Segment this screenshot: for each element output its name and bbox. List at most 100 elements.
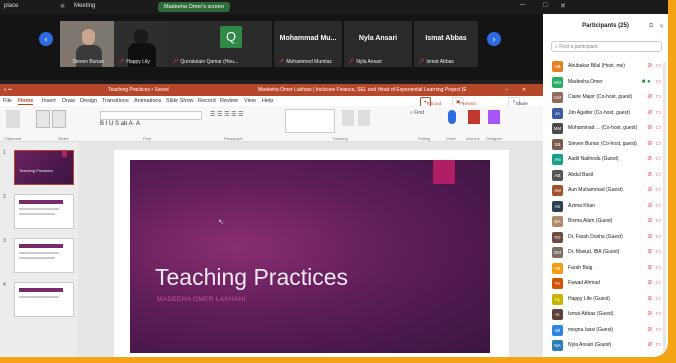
minimize-icon[interactable]: ─ xyxy=(520,2,525,9)
slide-number: 1 xyxy=(3,150,6,156)
dictate-icon[interactable] xyxy=(448,110,456,124)
minimize-icon[interactable]: ─ xyxy=(505,87,509,93)
close-icon[interactable]: ✕ xyxy=(522,87,526,93)
slide-thumbnail[interactable] xyxy=(14,282,74,317)
tab-insert[interactable]: Insert xyxy=(42,98,56,104)
video-off-icon: ▭ xyxy=(655,264,661,271)
participant-row[interactable]: HL Happy Life (Guest) ⊘ ▭ xyxy=(543,292,668,307)
video-off-icon: ▭ xyxy=(655,233,661,240)
video-tile[interactable]: 🎤︎ Steven Burian xyxy=(60,21,114,67)
video-tile[interactable]: Ismat Abbas 🎤︎ Ismat Abbas xyxy=(414,21,478,67)
participant-row[interactable]: SB Steven Burian (Co-host, guest) ⊘ ▭ xyxy=(543,137,668,152)
video-tile[interactable]: Nyla Ansari 🎤︎ Nyla Ansari xyxy=(344,21,412,67)
participant-status: ⊘ ▭ xyxy=(647,140,661,147)
slide-thumbnail[interactable]: Teaching Practices xyxy=(14,150,74,185)
tab-design[interactable]: Design xyxy=(80,98,97,104)
thumb-title: Teaching Practices xyxy=(19,168,53,173)
new-slide-icon[interactable] xyxy=(36,110,50,128)
video-tile[interactable]: Q 🎤︎ Qurratulain Qamar (Hou... xyxy=(168,21,272,67)
slide-title[interactable]: Teaching Practices xyxy=(155,264,348,291)
video-off-icon: ▭ xyxy=(655,295,661,302)
font-name-select[interactable] xyxy=(100,111,202,120)
video-tile[interactable]: Mohammad Mu... 🎤︎ Mohammed Mumtaz xyxy=(274,21,342,67)
mic-muted-icon: ⊘ xyxy=(647,233,653,240)
participant-row[interactable]: FB Farah Baig ⊘ ▭ xyxy=(543,261,668,276)
thumb-bar xyxy=(19,244,63,248)
mic-muted-icon: ⊘ xyxy=(647,311,653,317)
participant-row[interactable]: MM Mohammad ... (Co-host, guest) ⊘ ▭ xyxy=(543,121,668,136)
autosave-toggle[interactable]: ◐ ━ xyxy=(4,87,11,93)
participant-status: ⊘ ▭ xyxy=(647,62,661,69)
tab-record[interactable]: Record xyxy=(198,98,216,104)
participant-row[interactable]: MI megna Iassi (Guest) ⊘ ▭ xyxy=(543,323,668,338)
paste-icon[interactable] xyxy=(6,110,20,128)
participant-row[interactable]: AM Aun Muhammad (Guest) ⊘ ▭ xyxy=(543,183,668,198)
paragraph-buttons[interactable]: ☰ ☰ ☰ ☰ ☰ xyxy=(210,111,244,118)
ribbon-group-label: Clipboard xyxy=(4,136,22,141)
next-page-button[interactable]: › xyxy=(487,32,501,46)
participant-name: Madeeha Omer xyxy=(568,78,603,85)
tab-animations[interactable]: Animations xyxy=(134,98,161,104)
doc-title[interactable]: Teaching Practices • Saved xyxy=(108,87,169,93)
participant-row[interactable]: IA Ismat Abbas (Guest) ⊘ ▭ xyxy=(543,307,668,322)
participant-status: ⊘ ▭ xyxy=(647,202,661,209)
maximize-icon[interactable]: □ xyxy=(543,2,547,9)
participant-row[interactable]: AN Aadil Nakhoda (Guest) ⊘ ▭ xyxy=(543,152,668,167)
designer-icon[interactable] xyxy=(488,110,500,124)
avatar: AM xyxy=(552,185,563,196)
slide-subtitle[interactable]: MADEEHA OMER LAKHANI xyxy=(157,296,246,303)
participant-status: ⊘ ▭ xyxy=(647,310,661,317)
thumb-line xyxy=(19,257,55,259)
tab-home[interactable]: Home xyxy=(18,98,34,105)
slide-thumbnail[interactable] xyxy=(14,194,74,229)
avatar: SB xyxy=(552,138,563,150)
font-format-buttons[interactable]: B I U S ab A· A xyxy=(100,121,140,127)
participant-row[interactable]: DM Dr. Masud, IBA (Guest) ⊘ ▭ xyxy=(543,245,668,260)
participant-row[interactable]: JA Jim Agalter (Co-host, guest) ⊘ ▭ xyxy=(543,106,668,121)
tab-help[interactable]: Help xyxy=(262,98,273,104)
screen-share-indicator[interactable]: Madeeha Omer's screen xyxy=(158,2,231,12)
close-icon[interactable]: ✕ xyxy=(560,2,566,10)
gear-icon[interactable]: ✲ xyxy=(60,3,65,10)
reuse-slides-icon[interactable] xyxy=(52,110,66,128)
tab-review[interactable]: Review xyxy=(220,98,238,104)
participant-name: Nyla Ansari (Guest) xyxy=(568,342,612,348)
participant-row[interactable]: AB Abubakar Bilal (Host, me) ⊘ ▭ xyxy=(543,59,668,74)
search-input[interactable]: ⌕ Find a participant xyxy=(551,41,662,52)
popout-icon[interactable]: ⧉ xyxy=(649,23,653,30)
participant-name: Abdul Basit xyxy=(568,171,594,178)
tile-big-name: Mohammad Mu... xyxy=(279,35,337,42)
find-button[interactable]: ⌕ Find xyxy=(410,110,424,116)
shapes-gallery[interactable] xyxy=(285,109,335,133)
tile-big-name: Nyla Ansari xyxy=(358,35,398,42)
tab-view[interactable]: View xyxy=(244,98,256,104)
tab-transitions[interactable]: Transitions xyxy=(102,98,129,104)
participant-row[interactable]: MO Madeeha Omer ■ ● ▭ xyxy=(543,75,668,90)
tab-draw[interactable]: Draw xyxy=(62,98,75,104)
tab-slide-show[interactable]: Slide Show xyxy=(166,98,194,104)
tab-file[interactable]: File xyxy=(3,98,12,104)
prev-page-button[interactable]: ‹ xyxy=(39,32,53,46)
arrange-icon[interactable] xyxy=(342,110,354,126)
quick-styles-icon[interactable] xyxy=(358,110,370,126)
participant-status: ⊘ ▭ xyxy=(647,279,661,286)
participant-row[interactable]: FA Fawad Ahmad ⊘ ▭ xyxy=(543,276,668,291)
title-bar: place ✲ Meeting Madeeha Omer's screen ─ … xyxy=(0,0,668,14)
participant-row[interactable]: BA Bisma Alam (Guest) ⊘ ▭ xyxy=(543,214,668,229)
participant-row[interactable]: AB Abdul Basit ⊘ ▭ xyxy=(543,168,668,183)
video-tile[interactable]: 🎤︎ Happy Lily xyxy=(114,21,168,67)
current-slide[interactable]: Teaching Practices MADEEHA OMER LAKHANI … xyxy=(130,160,490,353)
thumb-line xyxy=(19,252,59,254)
participant-status: ⊘ ▭ xyxy=(647,186,661,193)
participant-row[interactable]: FD Dr. Farah Dosha (Guest) ⊘ ▭ xyxy=(543,230,668,245)
add-ins-icon[interactable] xyxy=(468,110,480,124)
video-off-icon: ▭ xyxy=(655,140,661,147)
person-face xyxy=(82,29,95,45)
participant-row[interactable]: NA Nyla Ansari (Guest) ⊘ ▭ xyxy=(543,338,668,353)
participant-row[interactable]: AK Azima Khan ⊘ ▭ xyxy=(543,199,668,214)
participant-row[interactable]: CM Claire Major (Co-host, guest) ⊘ ▭ xyxy=(543,90,668,105)
slide-thumbnail[interactable] xyxy=(14,238,74,273)
close-icon[interactable]: ✕ xyxy=(659,23,664,30)
scrollbar[interactable] xyxy=(663,62,666,352)
cursor-icon: ↖ xyxy=(218,219,224,226)
